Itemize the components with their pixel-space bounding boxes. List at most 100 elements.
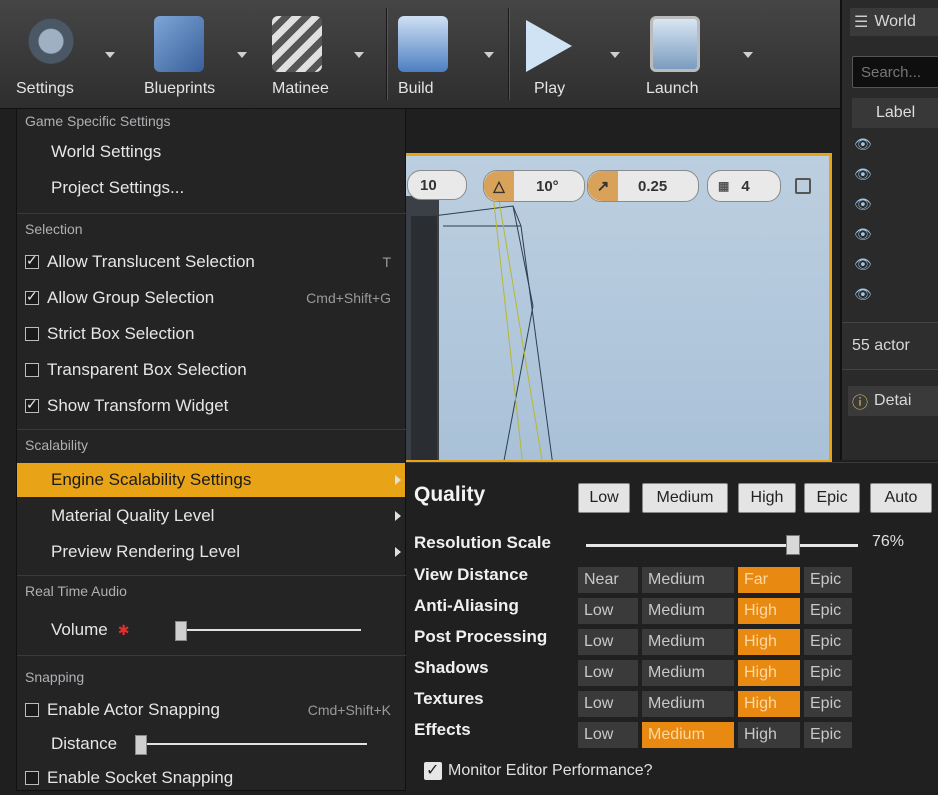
scale-snap[interactable]: ↗ 0.25	[587, 170, 699, 202]
launch-button[interactable]: Launch	[630, 6, 760, 102]
chevron-down-icon	[484, 52, 494, 58]
distance-slider[interactable]	[135, 735, 367, 755]
resolution-scale-thumb[interactable]	[785, 535, 800, 555]
play-label: Play	[534, 80, 566, 97]
viewport-scene	[403, 175, 553, 460]
quality-high-button[interactable]: High	[738, 483, 796, 513]
setting-option-button[interactable]: Medium	[642, 567, 734, 593]
details-tab-label: Detai	[874, 392, 912, 409]
setting-option-button[interactable]: Epic	[804, 598, 852, 624]
setting-option-button[interactable]: Epic	[804, 567, 852, 593]
transparent-box-selection-item[interactable]: Transparent Box Selection	[17, 353, 405, 387]
volume-slider[interactable]	[175, 621, 361, 641]
visibility-eye-icon[interactable]: 👁	[854, 136, 872, 153]
volume-slider-thumb[interactable]	[175, 621, 187, 641]
scale-snap-icon[interactable]: ↗	[588, 171, 618, 201]
blueprints-button[interactable]: Blueprints	[140, 6, 258, 102]
outliner-search-input[interactable]: Search...	[852, 56, 938, 88]
setting-option-button[interactable]: Epic	[804, 629, 852, 655]
resolution-scale-slider[interactable]	[586, 535, 858, 555]
rotation-snap[interactable]: △ 10°	[483, 170, 585, 202]
setting-option-button[interactable]: Low	[578, 629, 638, 655]
setting-option-button[interactable]: Epic	[804, 691, 852, 717]
setting-option-button[interactable]: High	[738, 722, 800, 748]
setting-option-button[interactable]: Medium	[642, 660, 734, 686]
maximize-viewport-icon[interactable]	[795, 178, 811, 194]
quality-epic-button[interactable]: Epic	[804, 483, 860, 513]
settings-menu: Game Specific Settings World Settings Pr…	[16, 108, 407, 791]
material-quality-label: Material Quality Level	[51, 506, 215, 525]
matinee-button[interactable]: Matinee	[262, 6, 380, 102]
engine-scalability-label: Engine Scalability Settings	[51, 470, 252, 489]
checkbox[interactable]	[25, 363, 39, 377]
material-quality-level-item[interactable]: Material Quality Level	[17, 499, 405, 533]
setting-option-button[interactable]: Near	[578, 567, 638, 593]
setting-option-button[interactable]: High	[738, 660, 800, 686]
preview-rendering-level-item[interactable]: Preview Rendering Level	[17, 535, 405, 569]
distance-label: Distance	[51, 734, 118, 753]
project-settings-item[interactable]: Project Settings...	[17, 171, 405, 205]
setting-option-button[interactable]: Low	[578, 598, 638, 624]
clapperboard-icon	[272, 16, 322, 72]
level-viewport[interactable]: 10 △ 10° ↗ 0.25 ▦ 4	[400, 153, 832, 463]
divider	[17, 213, 407, 214]
grid-snap-value[interactable]: 10	[407, 170, 467, 200]
checkbox[interactable]: ✓	[424, 762, 442, 780]
grid-size-text: 10	[420, 176, 437, 194]
setting-option-button[interactable]: Medium	[642, 629, 734, 655]
visibility-eye-icon[interactable]: 👁	[854, 226, 872, 243]
monitor-performance-item[interactable]: ✓ Monitor Editor Performance?	[424, 759, 653, 783]
actor-count: 55 actor	[842, 322, 938, 370]
engine-scalability-settings-item[interactable]: Engine Scalability Settings	[17, 463, 405, 497]
build-blocks-icon	[398, 16, 448, 72]
distance-item: Distance	[17, 727, 405, 761]
setting-option-button[interactable]: Epic	[804, 660, 852, 686]
setting-option-button[interactable]: High	[738, 691, 800, 717]
engine-scalability-panel: Quality Low Medium High Epic Auto Resolu…	[406, 462, 938, 792]
world-outliner-tab[interactable]: ☰ World	[850, 8, 938, 36]
setting-option-button[interactable]: High	[738, 629, 800, 655]
setting-option-button[interactable]: Epic	[804, 722, 852, 748]
chevron-down-icon	[354, 52, 364, 58]
setting-option-button[interactable]: Low	[578, 722, 638, 748]
setting-option-button[interactable]: Low	[578, 660, 638, 686]
details-tab[interactable]: ⓘ Detai	[848, 386, 938, 416]
build-button[interactable]: Build	[392, 6, 502, 102]
resolution-scale-value: 76%	[872, 533, 905, 550]
show-transform-widget-item[interactable]: Show Transform Widget	[17, 389, 405, 423]
setting-option-button[interactable]: Far	[738, 567, 800, 593]
checkbox[interactable]	[25, 396, 39, 413]
visibility-eye-icon[interactable]: 👁	[854, 196, 872, 213]
quality-low-button[interactable]: Low	[578, 483, 630, 513]
settings-label: Settings	[16, 80, 74, 97]
quality-auto-button[interactable]: Auto	[870, 483, 932, 513]
checkbox[interactable]	[25, 327, 39, 341]
enable-actor-snapping-item[interactable]: Enable Actor Snapping Cmd+Shift+K	[17, 693, 405, 727]
checkbox[interactable]	[25, 252, 39, 269]
setting-option-button[interactable]: Medium	[642, 722, 734, 748]
world-settings-item[interactable]: World Settings	[17, 135, 405, 169]
checkbox[interactable]	[25, 288, 39, 305]
label-column-header[interactable]: Label	[852, 98, 938, 128]
visibility-eye-icon[interactable]: 👁	[854, 166, 872, 183]
distance-slider-thumb[interactable]	[135, 735, 147, 755]
enable-socket-snapping-item[interactable]: Enable Socket Snapping	[17, 761, 405, 795]
section-header-game: Game Specific Settings	[25, 113, 171, 129]
checkbox[interactable]	[25, 703, 39, 717]
group-selection-item[interactable]: Allow Group Selection Cmd+Shift+G	[17, 281, 405, 315]
quality-medium-button[interactable]: Medium	[642, 483, 728, 513]
rotation-snap-icon[interactable]: △	[484, 171, 514, 201]
visibility-eye-icon[interactable]: 👁	[854, 286, 872, 303]
setting-option-button[interactable]: Low	[578, 691, 638, 717]
setting-option-button[interactable]: High	[738, 598, 800, 624]
settings-button[interactable]: Settings	[10, 6, 128, 102]
strict-box-selection-item[interactable]: Strict Box Selection	[17, 317, 405, 351]
setting-option-button[interactable]: Medium	[642, 598, 734, 624]
setting-option-button[interactable]: Medium	[642, 691, 734, 717]
translucent-selection-item[interactable]: Allow Translucent Selection T	[17, 245, 405, 279]
camera-speed[interactable]: ▦ 4	[707, 170, 781, 202]
play-button[interactable]: Play	[514, 6, 626, 102]
section-header-scalability: Scalability	[25, 437, 89, 453]
visibility-eye-icon[interactable]: 👁	[854, 256, 872, 273]
checkbox[interactable]	[25, 771, 39, 785]
